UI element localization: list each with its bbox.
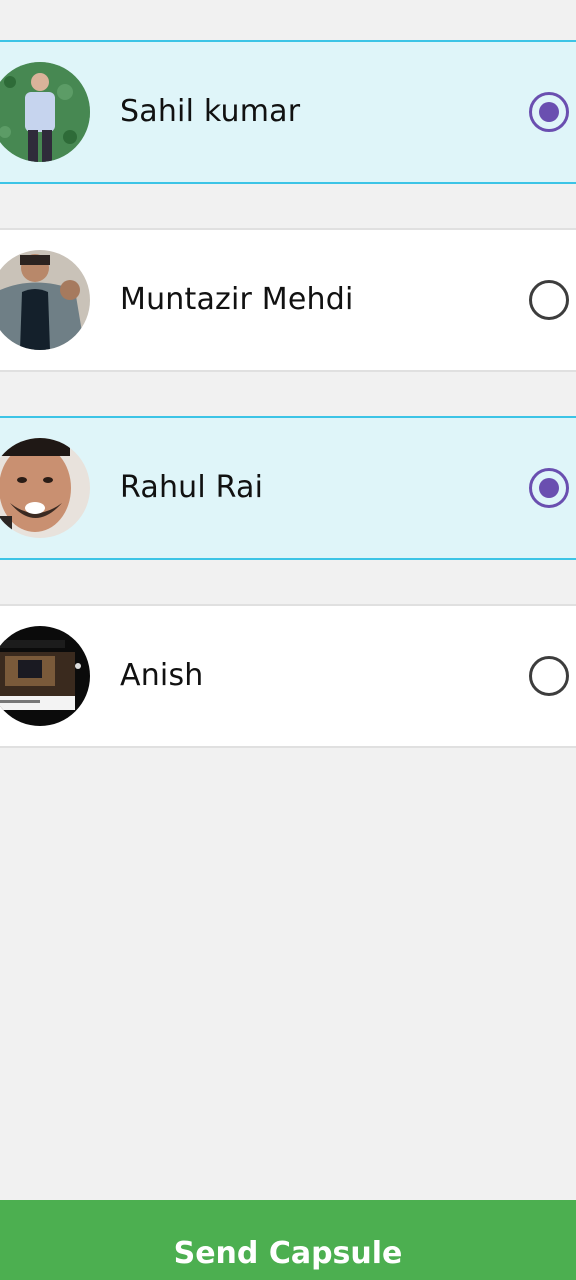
contact-name: Muntazir Mehdi <box>120 282 354 317</box>
radio-button-checked[interactable] <box>529 92 569 132</box>
avatar-photo-anish <box>0 626 90 726</box>
avatar <box>0 438 90 538</box>
avatar <box>0 250 90 350</box>
contact-row-anish[interactable]: Anish <box>0 604 576 748</box>
contact-row-muntazir-mehdi[interactable]: Muntazir Mehdi <box>0 228 576 372</box>
avatar <box>0 626 90 726</box>
avatar <box>0 62 90 162</box>
avatar-photo-rahul-rai <box>0 438 90 538</box>
send-capsule-label: Send Capsule <box>173 1235 403 1271</box>
radio-button-unchecked[interactable] <box>529 656 569 696</box>
contact-list: Sahil kumar Muntazir Mehdi Rahul Rai Ani… <box>0 40 576 792</box>
send-capsule-button[interactable]: Send Capsule <box>0 1200 576 1280</box>
contact-name: Anish <box>120 658 204 693</box>
radio-button-unchecked[interactable] <box>529 280 569 320</box>
contact-row-sahil-kumar[interactable]: Sahil kumar <box>0 40 576 184</box>
avatar-photo-muntazir-mehdi <box>0 250 90 350</box>
contact-row-rahul-rai[interactable]: Rahul Rai <box>0 416 576 560</box>
contact-name: Sahil kumar <box>120 94 301 129</box>
radio-button-checked[interactable] <box>529 468 569 508</box>
contact-name: Rahul Rai <box>120 470 264 505</box>
avatar-photo-sahil-kumar <box>0 62 90 162</box>
